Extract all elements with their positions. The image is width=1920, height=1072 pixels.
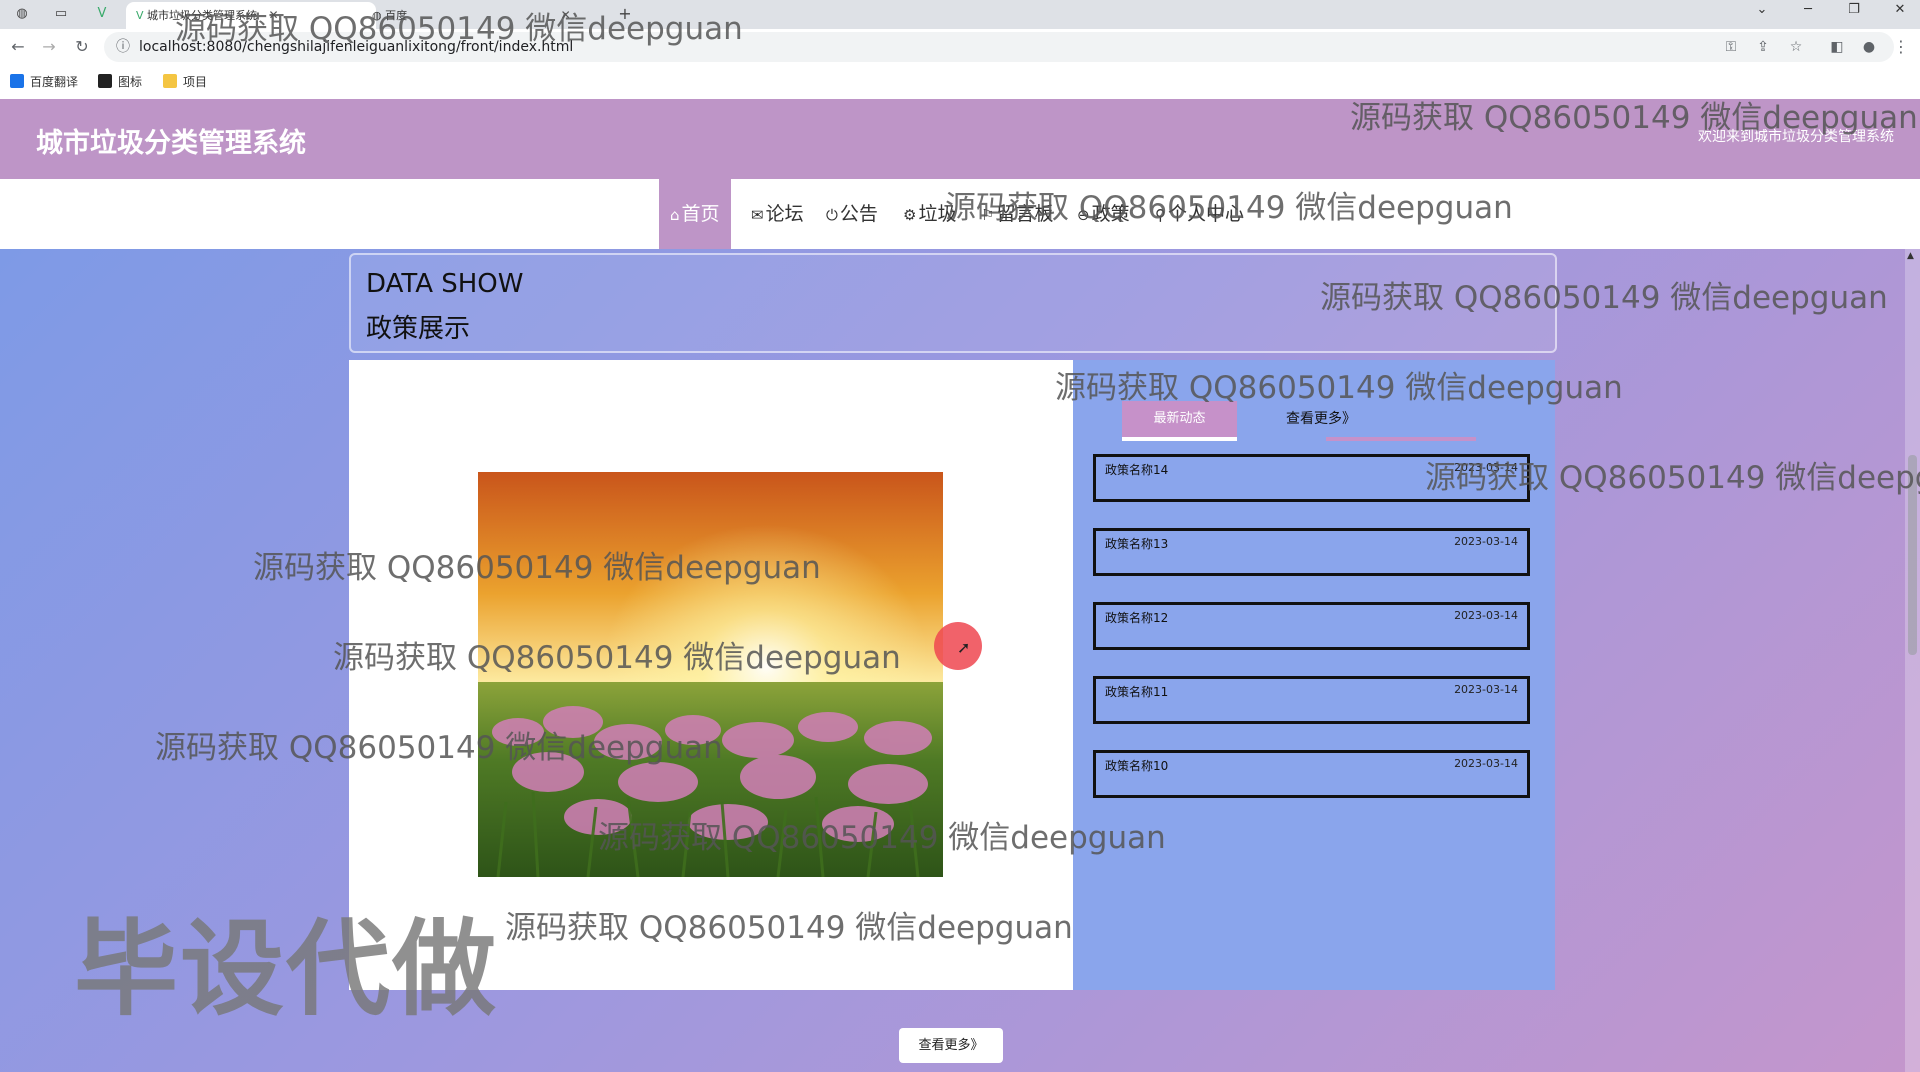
policy-name: 政策名称12 [1105, 611, 1169, 625]
site-title: 城市垃圾分类管理系统 [36, 128, 306, 159]
watermark-text: 源码获取 QQ86050149 微信deepguan [1055, 370, 1623, 406]
bookmark-item[interactable]: 图标 [98, 73, 142, 91]
policy-name: 政策名称10 [1105, 759, 1169, 773]
page-scrollbar[interactable]: ▲ [1905, 249, 1920, 1072]
policy-list-item[interactable]: 政策名称12 2023-03-14 [1093, 602, 1530, 650]
key-icon[interactable]: ⚿ [1720, 36, 1742, 58]
sidepanel-icon[interactable]: ◧ [1826, 36, 1848, 58]
watermark-text: 源码获取 QQ86050149 微信deepguan [155, 730, 723, 766]
vue-icon[interactable]: V [93, 5, 111, 23]
bookmark-item[interactable]: 项目 [163, 73, 207, 91]
policy-name: 政策名称11 [1105, 685, 1169, 699]
watermark-text: 源码获取 QQ86050149 微信deepguan [1350, 100, 1918, 136]
tab-favicon-icon[interactable]: ▭ [52, 5, 70, 23]
globe-icon[interactable]: ◍ [13, 5, 31, 23]
cursor-arrow-icon: ➚ [957, 638, 971, 657]
view-more-underline [1326, 437, 1476, 441]
watermark-text: 源码获取 QQ86050149 微信deepguan [945, 190, 1513, 226]
nav-item-forum[interactable]: ✉ 论坛 [751, 179, 804, 249]
scroll-up-icon[interactable]: ▲ [1907, 251, 1914, 261]
watermark-text: 源码获取 QQ86050149 微信deepguan [253, 550, 821, 586]
watermark-text: 源码获取 QQ86050149 微信deepguan [505, 910, 1073, 946]
policy-name: 政策名称14 [1105, 463, 1169, 477]
watermark-text: 源码获取 QQ86050149 微信deepguan [1320, 280, 1888, 316]
chevron-down-icon[interactable]: ⌄ [1742, 0, 1782, 22]
star-icon[interactable]: ☆ [1785, 36, 1807, 58]
share-icon[interactable]: ⇪ [1752, 36, 1774, 58]
home-icon: ⌂ [670, 206, 680, 224]
vue-icon: V [136, 9, 144, 22]
policy-name: 政策名称13 [1105, 537, 1169, 551]
profile-icon[interactable]: ● [1858, 36, 1880, 58]
policy-list-item[interactable]: 政策名称10 2023-03-14 [1093, 750, 1530, 798]
view-more-link[interactable]: 查看更多》 [1286, 408, 1356, 428]
policy-date: 2023-03-14 [1454, 609, 1518, 622]
section-title-en: DATA SHOW [366, 269, 524, 299]
watermark-text: 源码获取 QQ86050149 微信deepguan [598, 820, 1166, 856]
minimize-icon[interactable]: ─ [1788, 0, 1828, 22]
watermark-text: 源码获取 QQ86050149 微信deepguan [1425, 460, 1920, 496]
view-more-button[interactable]: 查看更多》 [899, 1028, 1003, 1063]
close-window-icon[interactable]: ✕ [1880, 0, 1920, 22]
image-icon [98, 74, 112, 88]
back-icon[interactable]: ← [7, 36, 29, 58]
tab-underline [1122, 437, 1237, 441]
section-title-cn: 政策展示 [366, 314, 471, 344]
info-icon[interactable]: ⓘ [112, 36, 134, 58]
policy-list-item[interactable]: 政策名称13 2023-03-14 [1093, 528, 1530, 576]
nav-item-home[interactable]: ⌂ 首页 [659, 179, 731, 249]
policy-date: 2023-03-14 [1454, 535, 1518, 548]
watermark-text: 源码获取 QQ86050149 微信deepguan [333, 640, 901, 676]
forward-icon[interactable]: → [38, 36, 60, 58]
power-icon: ⏻ [826, 206, 838, 224]
restore-icon[interactable]: ❐ [1834, 0, 1874, 22]
bookmark-item[interactable]: 百度翻译 [10, 73, 78, 91]
translate-icon [10, 74, 24, 88]
reload-icon[interactable]: ↻ [71, 36, 93, 58]
watermark-text: 源码获取 QQ86050149 微信deepguan [175, 11, 743, 47]
policy-list-item[interactable]: 政策名称11 2023-03-14 [1093, 676, 1530, 724]
folder-icon [163, 74, 177, 88]
policy-date: 2023-03-14 [1454, 683, 1518, 696]
stamp-overlay: 毕设代做 [74, 908, 499, 1030]
policy-date: 2023-03-14 [1454, 757, 1518, 770]
nav-item-notice[interactable]: ⏻ 公告 [826, 179, 878, 249]
menu-icon[interactable]: ⋮ [1890, 36, 1912, 58]
gear-icon: ⚙ [903, 206, 917, 224]
mail-icon: ✉ [751, 206, 764, 224]
